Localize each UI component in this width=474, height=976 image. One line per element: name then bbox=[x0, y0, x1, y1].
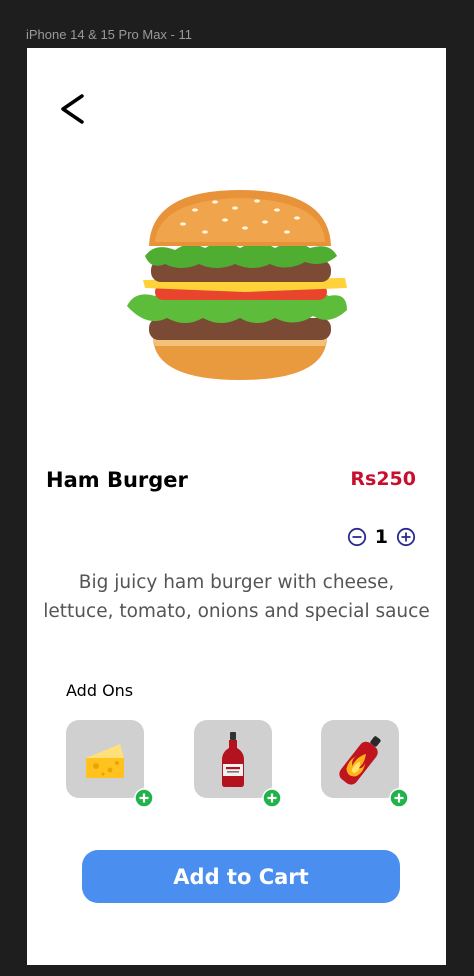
increase-quantity-button[interactable] bbox=[396, 527, 416, 547]
product-description: Big juicy ham burger with cheese, lettuc… bbox=[27, 568, 446, 626]
burger-image bbox=[127, 190, 347, 380]
addons-heading: Add Ons bbox=[66, 681, 134, 700]
product-detail-screen: Ham Burger Rs250 1 Big juicy ham burger … bbox=[27, 48, 446, 965]
quantity-stepper: 1 bbox=[347, 526, 416, 548]
frame-label: iPhone 14 & 15 Pro Max - 11 bbox=[26, 27, 192, 42]
description-line: lettuce, tomato, onions and special sauc… bbox=[43, 601, 430, 622]
addon-card-ketchup[interactable] bbox=[194, 720, 282, 808]
decrease-quantity-button[interactable] bbox=[347, 527, 367, 547]
add-to-cart-button[interactable]: Add to Cart bbox=[82, 850, 400, 903]
add-addon-icon[interactable] bbox=[389, 788, 409, 808]
description-line: Big juicy ham burger with cheese, bbox=[78, 572, 395, 593]
add-addon-icon[interactable] bbox=[262, 788, 282, 808]
addon-card-hot-sauce[interactable] bbox=[321, 720, 409, 808]
chevron-left-icon bbox=[61, 94, 84, 124]
hot-sauce-icon bbox=[339, 736, 381, 785]
product-name: Ham Burger bbox=[46, 468, 188, 492]
product-price: Rs250 bbox=[350, 468, 416, 490]
addon-card-cheese[interactable] bbox=[66, 720, 154, 808]
back-button[interactable] bbox=[55, 90, 95, 130]
add-addon-icon[interactable] bbox=[134, 788, 154, 808]
cheese-icon bbox=[86, 744, 124, 778]
ketchup-bottle-icon bbox=[222, 732, 244, 787]
quantity-value: 1 bbox=[374, 526, 388, 548]
